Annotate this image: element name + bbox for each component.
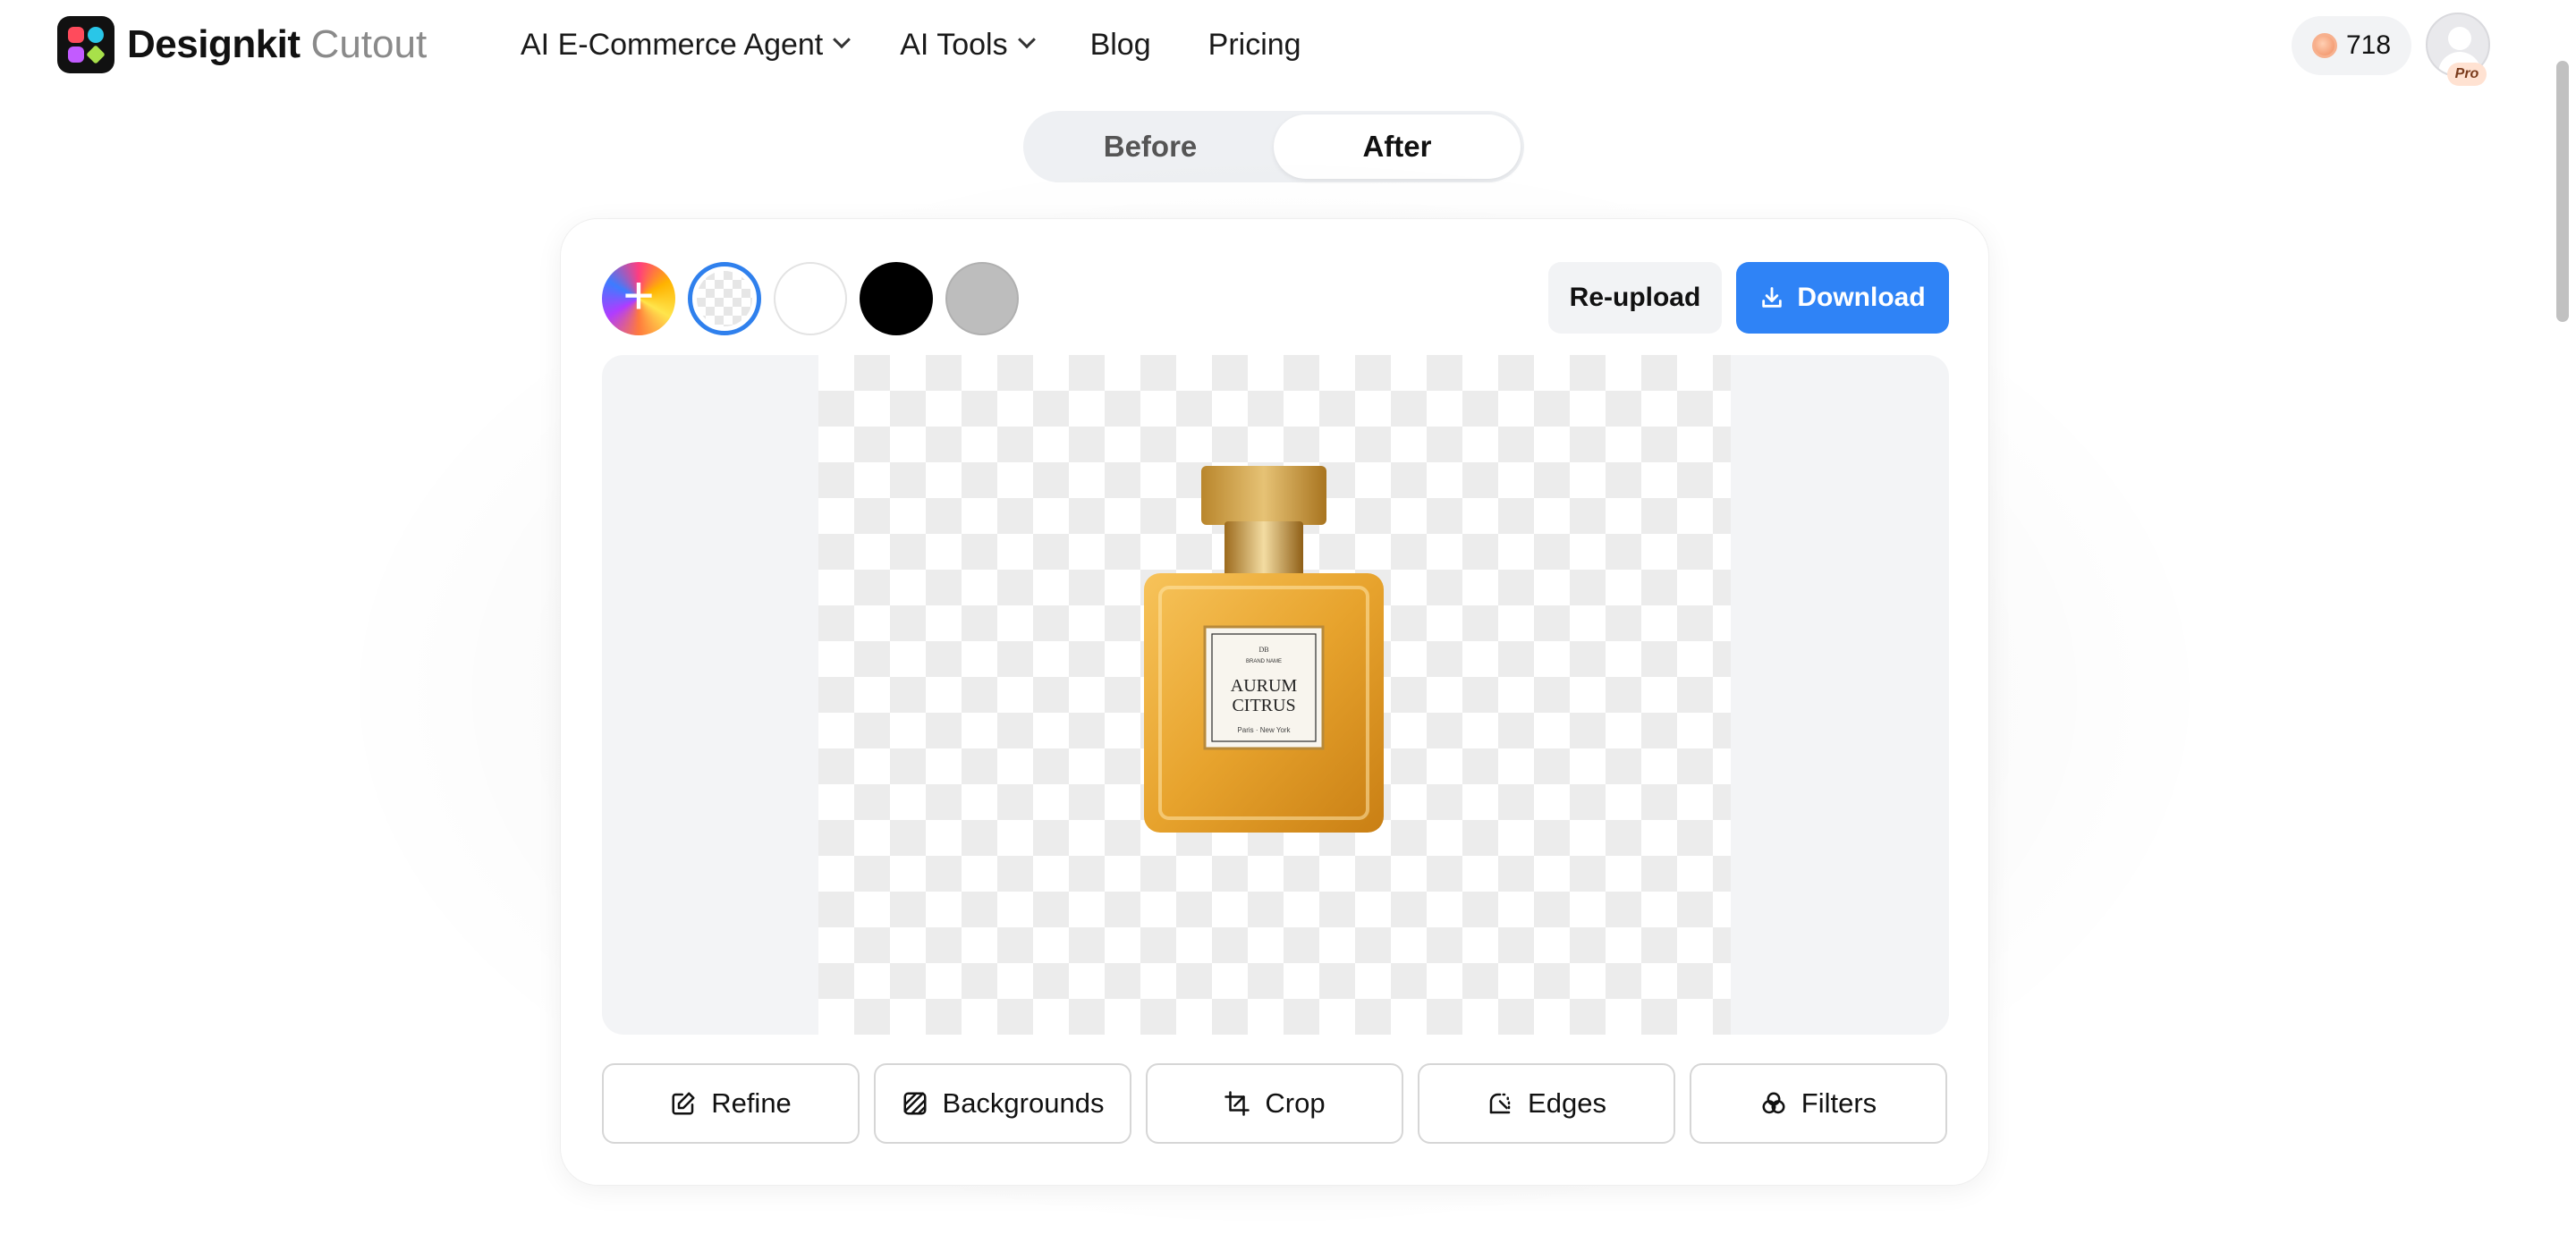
- download-icon: [1762, 287, 1783, 308]
- filters-button[interactable]: Filters: [1690, 1063, 1947, 1144]
- backgrounds-label: Backgrounds: [942, 1087, 1105, 1119]
- download-label: Download: [1797, 283, 1926, 312]
- logo[interactable]: Designkit Cutout: [57, 16, 427, 73]
- filters-label: Filters: [1801, 1087, 1877, 1119]
- credits-count: 718: [2345, 30, 2392, 60]
- backgrounds-button[interactable]: Backgrounds: [874, 1063, 1131, 1144]
- filters-icon: [1762, 1092, 1785, 1114]
- white-swatch[interactable]: [774, 262, 847, 335]
- plus-icon: +: [623, 266, 655, 326]
- edges-icon: [1489, 1093, 1511, 1114]
- edit-icon: [672, 1092, 695, 1115]
- perfume-bottle-image: DB BRAND NAME AURUM CITRUS Paris · New Y…: [1144, 466, 1384, 833]
- crop-label: Crop: [1265, 1087, 1326, 1119]
- label-city: Paris · New York: [1237, 726, 1291, 734]
- scrollbar-thumb[interactable]: [2556, 61, 2569, 322]
- black-swatch[interactable]: [860, 262, 933, 335]
- nav-label: AI E-Commerce Agent: [521, 27, 824, 62]
- refine-button[interactable]: Refine: [602, 1063, 860, 1144]
- label-brand: BRAND NAME: [1246, 659, 1282, 664]
- crop-button[interactable]: Crop: [1146, 1063, 1403, 1144]
- chevron-down-icon: [1017, 30, 1036, 49]
- page-scrollbar[interactable]: [2551, 0, 2576, 1243]
- nav-blog[interactable]: Blog: [1090, 28, 1151, 63]
- label-line2: CITRUS: [1232, 696, 1295, 715]
- reupload-button[interactable]: Re-upload: [1548, 262, 1722, 334]
- designkit-logo-icon: [57, 16, 114, 73]
- label-line1: AURUM: [1231, 676, 1298, 696]
- edges-label: Edges: [1528, 1087, 1606, 1119]
- transparent-swatch[interactable]: [688, 262, 761, 335]
- nav-ai-ecommerce-agent[interactable]: AI E-Commerce Agent: [521, 27, 852, 63]
- image-canvas[interactable]: DB BRAND NAME AURUM CITRUS Paris · New Y…: [602, 355, 1949, 1035]
- chevron-down-icon: [833, 30, 852, 49]
- nav-pricing[interactable]: Pricing: [1208, 28, 1301, 63]
- edges-button[interactable]: Edges: [1418, 1063, 1675, 1144]
- brand-name: Designkit: [127, 22, 301, 66]
- add-background-color-button[interactable]: +: [602, 262, 675, 335]
- editing-toolbar: Refine Backgrounds Crop Edges Filters: [602, 1063, 1962, 1144]
- gray-swatch[interactable]: [945, 262, 1019, 335]
- nav-label: Pricing: [1208, 27, 1301, 62]
- top-nav: Designkit Cutout AI E-Commerce Agent AI …: [0, 0, 2576, 89]
- editor-card: + Re-upload Download DB BRAND NAME AURUM…: [560, 218, 1989, 1186]
- pattern-icon: [903, 1092, 927, 1115]
- crop-icon: [1224, 1091, 1250, 1116]
- credits-badge[interactable]: 718: [2292, 16, 2411, 75]
- refine-label: Refine: [711, 1087, 792, 1119]
- nav-label: Blog: [1089, 27, 1151, 62]
- coin-icon: [2311, 33, 2337, 58]
- main-nav: AI E-Commerce Agent AI Tools Blog Pricin…: [521, 20, 1359, 70]
- nav-label: AI Tools: [900, 27, 1008, 62]
- checkerboard-icon: [697, 271, 752, 326]
- pro-badge: Pro: [2447, 63, 2487, 86]
- nav-ai-tools[interactable]: AI Tools: [900, 27, 1036, 63]
- download-button[interactable]: Download: [1736, 262, 1949, 334]
- user-menu[interactable]: Pro: [2426, 13, 2494, 86]
- brand-subtitle: Cutout: [310, 22, 428, 66]
- label-mark: DB: [1258, 646, 1268, 654]
